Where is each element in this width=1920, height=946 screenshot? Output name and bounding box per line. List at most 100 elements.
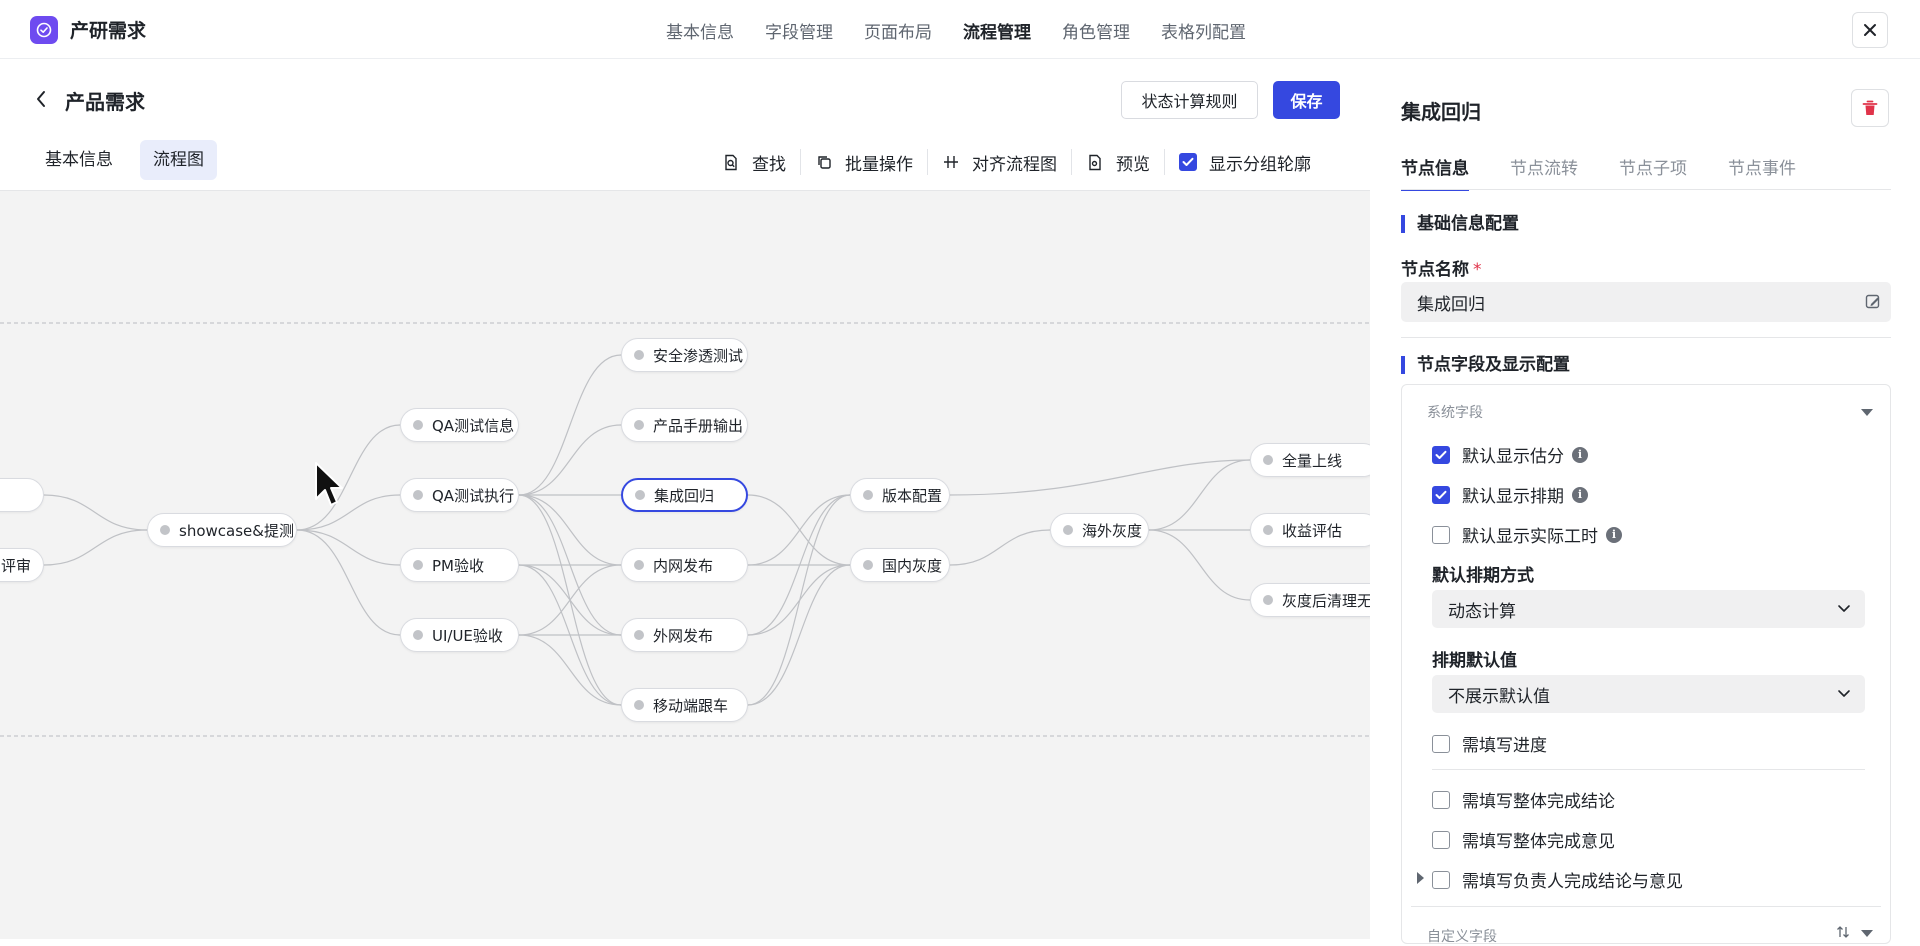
require-overall-opinion-checkbox[interactable] [1432,830,1450,849]
node-name-input[interactable]: 集成回归 [1401,282,1891,322]
node-dot [634,420,644,430]
show-group-outline-label: 显示分组轮廓 [1209,154,1311,175]
info-icon[interactable]: i [1606,526,1622,543]
delete-node-button[interactable] [1851,89,1889,127]
flow-node-version[interactable]: 版本配置 [850,478,950,512]
tab-node-subitems[interactable]: 节点子项 [1619,154,1687,191]
flow-node-revenue[interactable]: 收益评估 [1250,513,1370,547]
default-show-actual-hours-row[interactable]: 默认显示实际工时 i [1432,522,1622,547]
align-button[interactable]: 对齐流程图 [942,150,1057,175]
mouse-cursor-icon [315,462,343,506]
tab-node-transition[interactable]: 节点流转 [1510,154,1578,191]
require-progress-checkbox[interactable] [1432,734,1450,753]
node-dot [1263,525,1273,535]
edge [747,564,851,636]
nav-basic-info[interactable]: 基本信息 [666,18,734,43]
flow-node-pm[interactable]: PM验收 [400,548,519,582]
tab-node-info[interactable]: 节点信息 [1401,154,1469,191]
edge [949,459,1251,496]
edit-icon[interactable] [1865,294,1881,310]
edge [1148,459,1251,531]
state-rule-button[interactable]: 状态计算规则 [1121,81,1258,119]
flow-node-mobile[interactable]: 移动端跟车 [621,688,748,722]
tab-node-events[interactable]: 节点事件 [1728,154,1796,191]
edge [296,529,401,636]
flow-node-qa-exec[interactable]: QA测试执行 [400,478,519,512]
default-show-actual-hours-checkbox[interactable] [1432,525,1450,544]
nav-page-layout[interactable]: 页面布局 [864,18,932,43]
node-dot [634,700,644,710]
require-overall-opinion-row[interactable]: 需填写整体完成意见 [1432,827,1615,852]
flow-node-full-release[interactable]: 全量上线 [1250,443,1370,477]
check-icon [1182,157,1194,166]
nav-table-columns[interactable]: 表格列配置 [1161,18,1246,43]
nav-flow-management[interactable]: 流程管理 [963,18,1031,43]
flow-node-uiue[interactable]: UI/UE验收 [400,618,519,652]
find-button[interactable]: 查找 [722,150,786,175]
require-owner-conclusion-row[interactable]: 需填写负责人完成结论与意见 [1432,867,1683,892]
align-icon [942,153,960,171]
save-button[interactable]: 保存 [1273,81,1340,119]
tabs-divider [1401,189,1891,190]
batch-button[interactable]: 批量操作 [815,150,913,175]
collapse-caret-icon[interactable] [1861,409,1873,416]
flow-node-domestic-gray[interactable]: 国内灰度 [850,548,950,582]
schedule-default-label: 排期默认值 [1432,651,1517,671]
collapse-caret-icon[interactable] [1861,930,1873,937]
expand-caret-icon[interactable] [1417,872,1424,884]
flow-canvas[interactable]: 评审 showcase&提测 QA测试信息 QA测试执行 PM验收 UI/UE验… [0,190,1370,939]
trash-icon [1862,100,1878,115]
node-label: 版本配置 [882,486,943,505]
show-group-outline-toggle[interactable]: 显示分组轮廓 [1179,150,1311,175]
close-button[interactable] [1852,12,1888,48]
schedule-default-select[interactable]: 不展示默认值 [1432,675,1865,713]
chevron-down-icon [1838,605,1850,612]
edge [296,529,401,566]
align-label: 对齐流程图 [972,154,1057,175]
node-name-label-text: 节点名称 [1401,260,1469,280]
flow-node-showcase[interactable]: showcase&提测 [147,513,297,547]
require-owner-conclusion-checkbox[interactable] [1432,870,1450,889]
require-progress-row[interactable]: 需填写进度 [1432,731,1547,756]
flow-node-manual[interactable]: 产品手册输出 [621,408,748,442]
preview-icon [1086,153,1104,171]
default-show-estimate-row[interactable]: 默认显示估分 i [1432,442,1588,467]
sort-icon[interactable] [1836,926,1850,938]
flow-node-review[interactable]: 评审 [0,548,44,582]
flow-node-security[interactable]: 安全渗透测试 [621,338,748,372]
node-name-label: 节点名称 * [1401,255,1482,280]
schedule-mode-select[interactable]: 动态计算 [1432,590,1865,628]
checkbox-label: 默认显示实际工时 [1462,527,1598,547]
search-doc-icon [722,153,740,171]
flow-node-intranet[interactable]: 内网发布 [621,548,748,582]
node-dot [634,630,644,640]
nav-field-management[interactable]: 字段管理 [765,18,833,43]
flow-node-cleanup[interactable]: 灰度后清理无用 [1250,583,1370,617]
default-show-estimate-checkbox[interactable] [1432,445,1450,464]
node-dot [635,490,645,500]
node-label: 移动端跟车 [653,696,729,715]
edge [296,424,401,531]
tab-basic-info[interactable]: 基本信息 [32,140,126,180]
back-button[interactable] [34,88,48,110]
nav-role-management[interactable]: 角色管理 [1062,18,1130,43]
default-show-schedule-checkbox[interactable] [1432,485,1450,504]
toolbar-divider [927,149,928,175]
checkbox-label: 需填写整体完成结论 [1462,792,1615,812]
show-group-outline-checkbox[interactable] [1179,153,1197,171]
require-overall-conclusion-checkbox[interactable] [1432,790,1450,809]
info-icon[interactable]: i [1572,486,1588,503]
tab-flowchart[interactable]: 流程图 [140,140,217,180]
flow-node-qa-info[interactable]: QA测试信息 [400,408,519,442]
flow-node-regression[interactable]: 集成回归 [621,478,748,512]
default-show-schedule-row[interactable]: 默认显示排期 i [1432,482,1588,507]
node-label: QA测试执行 [432,486,515,505]
flow-node-extranet[interactable]: 外网发布 [621,618,748,652]
edge [1148,529,1251,601]
require-overall-conclusion-row[interactable]: 需填写整体完成结论 [1432,787,1615,812]
section-divider [1401,337,1891,338]
flow-node-overseas-gray[interactable]: 海外灰度 [1050,513,1149,547]
flow-node[interactable] [0,478,44,512]
preview-button[interactable]: 预览 [1086,150,1150,175]
info-icon[interactable]: i [1572,446,1588,463]
